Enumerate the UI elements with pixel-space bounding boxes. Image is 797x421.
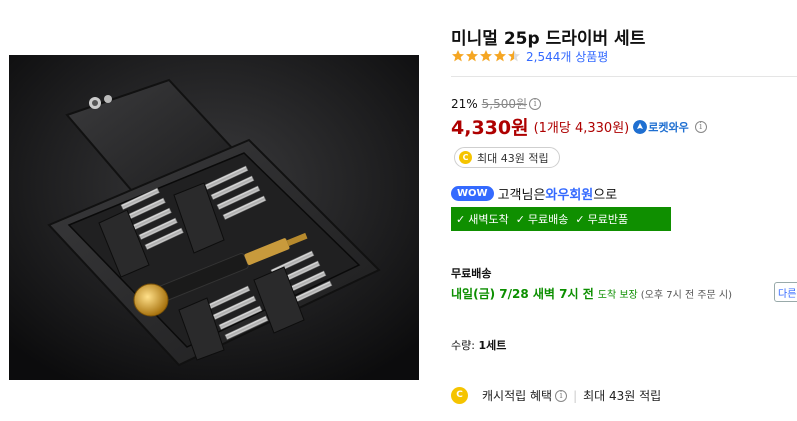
benefit-label: 무료반품 bbox=[587, 213, 629, 226]
wow-suffix: 으로 bbox=[593, 188, 618, 203]
other-delivery-button[interactable]: 다른 bbox=[774, 282, 797, 302]
wow-prefix: 고객님은 bbox=[497, 188, 546, 203]
quantity-label: 수량: bbox=[451, 339, 475, 352]
cash-benefit-amount: 최대 43원 적립 bbox=[583, 389, 662, 403]
check-icon: ✓ bbox=[515, 212, 525, 226]
star-full-icon bbox=[466, 50, 478, 62]
rocket-wow-label: 로켓와우 bbox=[648, 120, 689, 134]
screwdriver-kit-illustration bbox=[9, 55, 419, 380]
star-rating bbox=[451, 49, 521, 63]
star-full-icon bbox=[452, 50, 464, 62]
discount-row: 21% 5,500원 i bbox=[451, 95, 542, 112]
check-icon: ✓ bbox=[575, 212, 585, 226]
shipping-label: 무료배송 bbox=[451, 267, 492, 280]
wow-badge: WOW bbox=[451, 186, 494, 201]
coin-icon: C bbox=[459, 151, 472, 164]
benefit-free-shipping: ✓ 무료배송 bbox=[516, 211, 569, 227]
star-full-icon bbox=[480, 50, 492, 62]
quantity-row: 수량: 1세트 bbox=[451, 337, 506, 353]
benefit-label: 무료배송 bbox=[527, 213, 569, 226]
sale-price: 4,330원 bbox=[451, 117, 529, 139]
delivery-date: 내일(금) 7/28 새벽 7시 전 bbox=[451, 287, 594, 301]
benefit-label: 새벽도착 bbox=[468, 213, 509, 226]
star-half-icon bbox=[508, 50, 520, 62]
order-cutoff: (오후 7시 전 주문 시) bbox=[640, 290, 733, 301]
quantity-value: 1세트 bbox=[478, 339, 507, 352]
cashback-pill: C 최대 43원 적립 bbox=[454, 147, 560, 168]
discount-rate: 21% bbox=[451, 96, 478, 111]
benefit-bar: ✓ 새벽도착 ✓ 무료배송 ✓ 무료반품 bbox=[451, 207, 671, 231]
product-info-panel: 미니멀 25p 드라이버 세트 2,544개 상품평 21% 5,500원 i … bbox=[451, 0, 797, 421]
benefit-free-return: ✓ 무료반품 bbox=[575, 211, 628, 227]
wow-member-link[interactable]: 와우회원 bbox=[545, 184, 593, 203]
star-full-icon bbox=[494, 50, 506, 62]
info-icon[interactable]: i bbox=[694, 120, 707, 133]
cash-benefit-row: C 캐시적립 혜택 i | 최대 43원 적립 bbox=[451, 387, 661, 404]
delivery-guarantee: 도착 보장 bbox=[597, 290, 638, 301]
wow-member-row: WOW 고객님은 와우회원 으로 bbox=[451, 184, 617, 203]
cashback-pill-text: 최대 43원 적립 bbox=[477, 151, 549, 165]
rating-row[interactable]: 2,544개 상품평 bbox=[451, 47, 608, 65]
benefit-dawn-delivery: ✓ 새벽도착 bbox=[456, 211, 509, 227]
divider bbox=[451, 76, 797, 77]
info-icon[interactable]: i bbox=[555, 389, 568, 402]
coin-icon: C bbox=[451, 387, 468, 404]
rocket-wow-badge: 로켓와우 bbox=[633, 119, 689, 135]
rocket-icon bbox=[633, 119, 648, 134]
review-count-link[interactable]: 2,544개 상품평 bbox=[526, 48, 608, 65]
separator: | bbox=[573, 388, 578, 403]
product-image[interactable] bbox=[9, 55, 419, 380]
product-title: 미니멀 25p 드라이버 세트 bbox=[451, 29, 646, 49]
info-icon[interactable]: i bbox=[529, 97, 542, 110]
delivery-row: 내일(금) 7/28 새벽 7시 전 도착 보장 (오후 7시 전 주문 시) bbox=[451, 285, 732, 302]
cash-benefit-label: 캐시적립 혜택 bbox=[482, 389, 553, 403]
original-price: 5,500원 bbox=[481, 97, 528, 111]
unit-price: (1개당 4,330원) bbox=[533, 121, 630, 136]
check-icon: ✓ bbox=[456, 212, 466, 226]
price-row: 4,330원 (1개당 4,330원) 로켓와우 i bbox=[451, 113, 707, 140]
